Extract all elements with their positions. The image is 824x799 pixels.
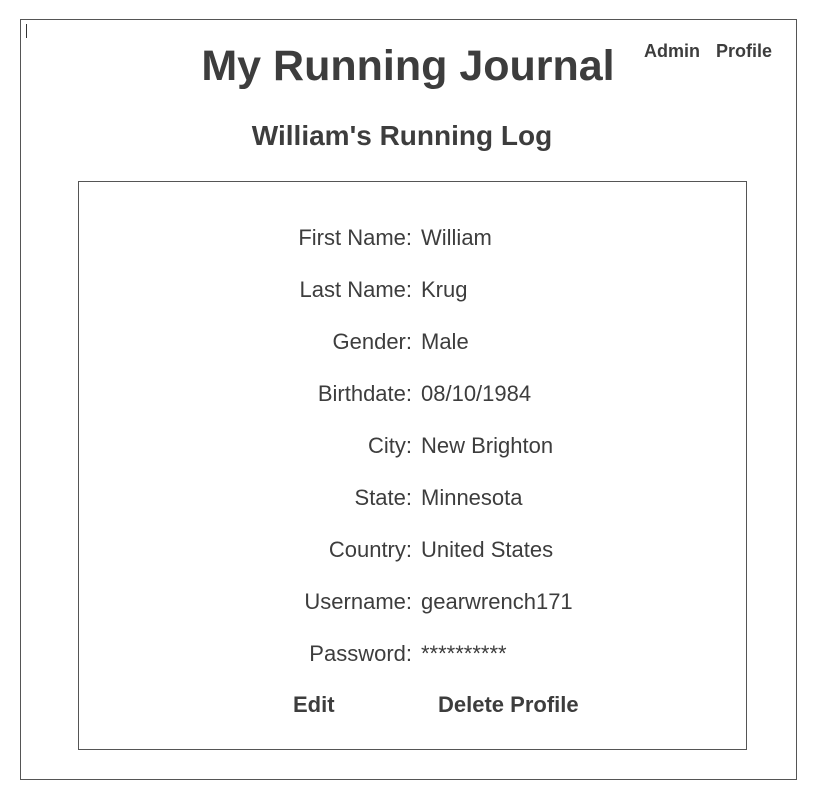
field-value: 08/10/1984 bbox=[421, 381, 532, 406]
nav-admin-link[interactable]: Admin bbox=[644, 40, 700, 62]
field-value: ********** bbox=[421, 641, 507, 666]
field-label: Country: bbox=[328, 537, 412, 562]
top-nav: Admin Profile bbox=[644, 40, 772, 62]
field-label: State: bbox=[354, 485, 412, 510]
field-value: William bbox=[421, 225, 492, 250]
field-label: Birthdate: bbox=[317, 381, 412, 406]
field-value: New Brighton bbox=[421, 433, 554, 458]
field-label: Password: bbox=[309, 641, 412, 666]
field-row-first-name: First Name: William bbox=[79, 223, 746, 253]
field-value: Krug bbox=[421, 277, 468, 302]
field-label: Last Name: bbox=[299, 277, 413, 302]
edit-link[interactable]: Edit bbox=[293, 690, 335, 720]
field-row-state: State: Minnesota bbox=[79, 483, 746, 513]
field-value: Minnesota bbox=[421, 485, 523, 510]
field-row-username: Username: gearwrench171 bbox=[79, 587, 746, 617]
field-row-last-name: Last Name: Krug bbox=[79, 275, 746, 305]
field-value: United States bbox=[421, 537, 554, 562]
field-value: Male bbox=[421, 329, 469, 354]
text-cursor bbox=[26, 24, 27, 38]
field-label: First Name: bbox=[298, 225, 412, 250]
field-row-gender: Gender: Male bbox=[79, 327, 746, 357]
field-label: City: bbox=[368, 433, 412, 458]
field-row-password: Password: ********** bbox=[79, 639, 746, 669]
profile-card: First Name: William Last Name: Krug Gend… bbox=[78, 181, 747, 750]
field-label: Username: bbox=[304, 589, 412, 614]
field-label: Gender: bbox=[332, 329, 413, 354]
page-frame: My Running Journal Admin Profile William… bbox=[20, 19, 797, 780]
field-row-birthdate: Birthdate: 08/10/1984 bbox=[79, 379, 746, 409]
field-row-city: City: New Brighton bbox=[79, 431, 746, 461]
field-value: gearwrench171 bbox=[421, 589, 573, 614]
nav-profile-link[interactable]: Profile bbox=[716, 40, 772, 62]
field-row-country: Country: United States bbox=[79, 535, 746, 565]
delete-profile-link[interactable]: Delete Profile bbox=[438, 690, 579, 720]
page-heading: William's Running Log bbox=[251, 120, 553, 151]
